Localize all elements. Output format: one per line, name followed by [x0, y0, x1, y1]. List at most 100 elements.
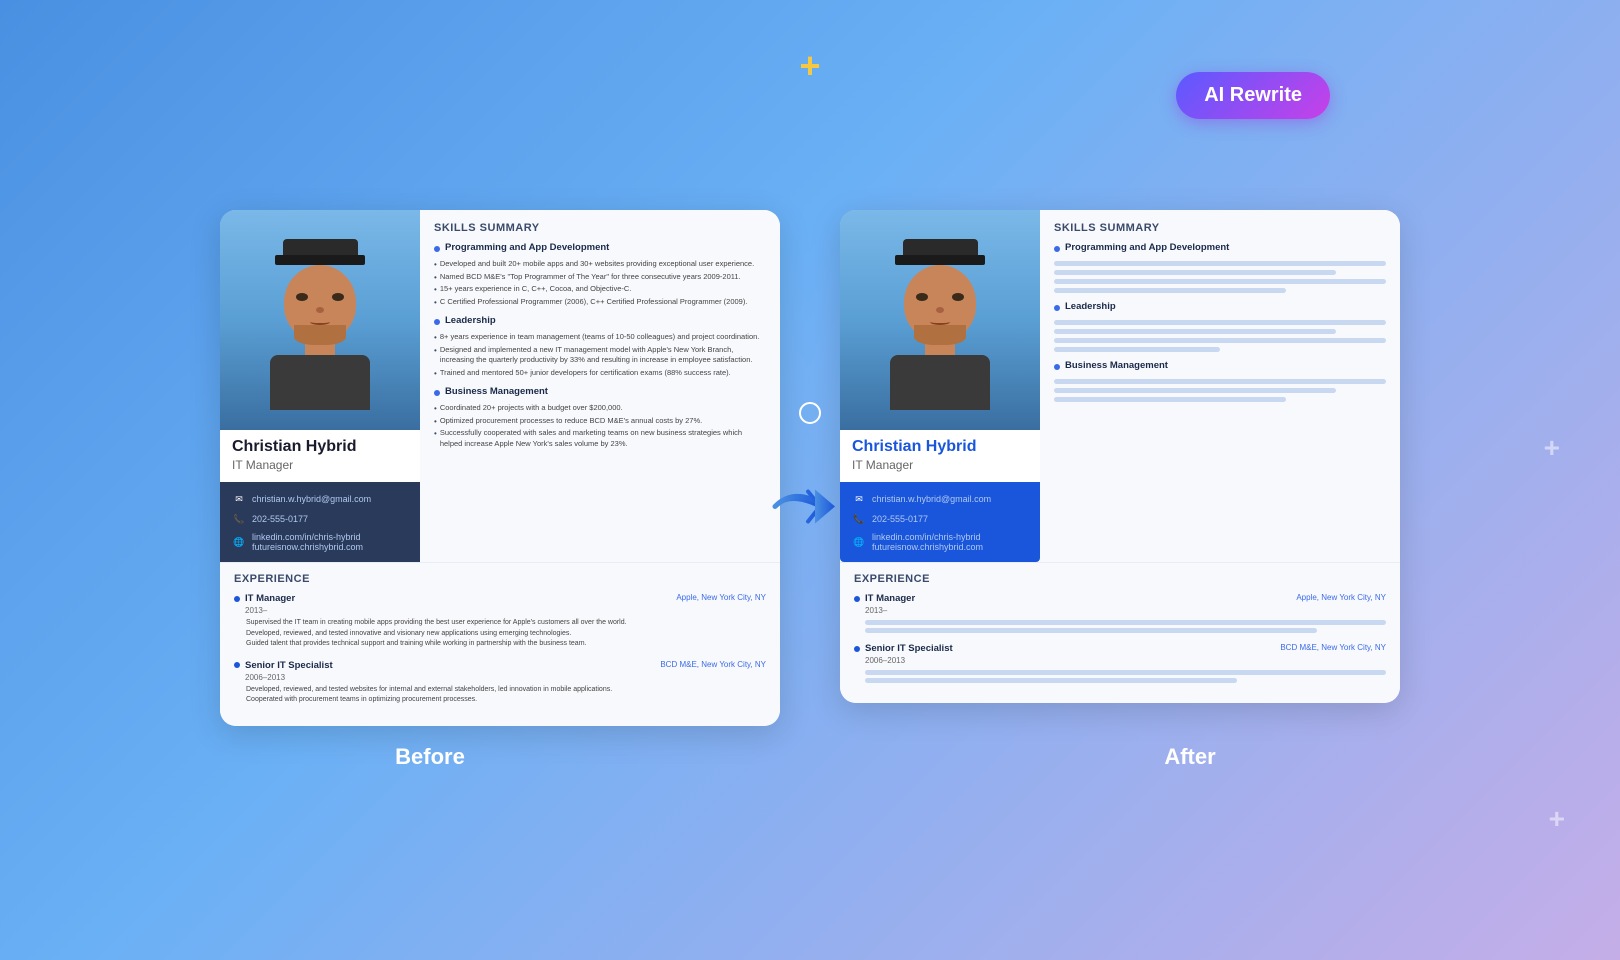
- phone-text: 202-555-0177: [252, 514, 308, 524]
- after-skills-section-title: SKILLS SUMMARY: [1054, 222, 1386, 234]
- person-title: IT Manager: [232, 458, 408, 472]
- website-text: futureisnow.chrishybrid.com: [252, 542, 363, 552]
- after-contact-phone: 📞 202-555-0177: [852, 512, 1028, 526]
- skill-bullet-2: • Named BCD M&E's "Top Programmer of The…: [434, 272, 766, 283]
- after-label: After: [910, 744, 1470, 770]
- experience-section-title: EXPERIENCE: [234, 573, 766, 585]
- exp-dates-2: 2006–2013: [245, 673, 766, 682]
- business-line-3: [1054, 397, 1286, 402]
- skill-dot-business: [434, 390, 440, 396]
- exp-item-2: Senior IT Specialist BCD M&E, New York C…: [234, 660, 766, 706]
- arrow-decoration: [770, 471, 850, 546]
- after-phone-icon: 📞: [852, 512, 866, 526]
- business-bullet-3: • Successfully cooperated with sales and…: [434, 428, 766, 449]
- after-resume-photo: [840, 210, 1040, 430]
- phone-icon: 📞: [232, 512, 246, 526]
- exp-bullet-2-1: Developed, reviewed, and tested websites…: [246, 685, 766, 696]
- after-skill-title-leadership: Leadership: [1065, 301, 1116, 312]
- after-experience-section-title: EXPERIENCE: [854, 573, 1386, 585]
- after-skill-dot-programming: [1054, 246, 1060, 252]
- ai-rewrite-badge[interactable]: AI Rewrite: [1176, 72, 1330, 119]
- plus-decoration-top: +: [799, 48, 820, 84]
- resume-photo-block: Christian Hybrid IT Manager ✉ christian.…: [220, 210, 420, 562]
- linkedin-text: linkedin.com/in/chris-hybrid: [252, 532, 363, 542]
- business-line-1: [1054, 379, 1386, 384]
- after-experience-section: EXPERIENCE IT Manager Apple, New York Ci…: [840, 562, 1400, 703]
- exp-item-1: IT Manager Apple, New York City, NY 2013…: [234, 593, 766, 650]
- leadership-line-2: [1054, 329, 1336, 334]
- skill-line-3: [1054, 279, 1386, 284]
- skill-leadership: Leadership • 8+ years experience in team…: [434, 315, 766, 378]
- after-contact-email: ✉ christian.w.hybrid@gmail.com: [852, 492, 1028, 506]
- exp-line-2: [865, 628, 1317, 633]
- contact-phone: 📞 202-555-0177: [232, 512, 408, 526]
- email-icon: ✉: [232, 492, 246, 506]
- leadership-bullet-2: • Designed and implemented a new IT mana…: [434, 345, 766, 366]
- after-resume-name-box: Christian Hybrid IT Manager: [840, 430, 1040, 480]
- exp-title-2: Senior IT Specialist: [234, 660, 333, 671]
- business-bullet-1: • Coordinated 20+ projects with a budget…: [434, 403, 766, 414]
- skills-section-title: SKILLS SUMMARY: [434, 222, 766, 234]
- exp-dates-1: 2013–: [245, 606, 766, 615]
- after-skill-title-programming: Programming and App Development: [1065, 242, 1229, 253]
- exp2-line-1: [865, 670, 1386, 675]
- linkedin-icon: 🌐: [232, 535, 246, 549]
- exp-company-2: BCD M&E, New York City, NY: [660, 660, 766, 669]
- label-row: Before After: [150, 744, 1470, 770]
- leadership-line-1: [1054, 320, 1386, 325]
- after-resume-photo-block: Christian Hybrid IT Manager ✉ christian.…: [840, 210, 1040, 562]
- after-exp-company-2: BCD M&E, New York City, NY: [1280, 643, 1386, 652]
- after-linkedin-text: linkedin.com/in/chris-hybrid: [872, 532, 983, 542]
- after-person-title: IT Manager: [852, 458, 1028, 472]
- exp-bullet-1-3: Guided talent that provides technical su…: [246, 639, 766, 650]
- skill-line-4: [1054, 288, 1286, 293]
- after-exp-title-1: IT Manager: [854, 593, 915, 604]
- after-exp-item-2: Senior IT Specialist BCD M&E, New York C…: [854, 643, 1386, 683]
- skill-bullet-4: • C Certified Professional Programmer (2…: [434, 297, 766, 308]
- contact-email: ✉ christian.w.hybrid@gmail.com: [232, 492, 408, 506]
- plus-decoration-right-bottom: +: [1549, 803, 1565, 835]
- after-exp-dates-1: 2013–: [865, 606, 1386, 615]
- after-skills-summary-section: SKILLS SUMMARY Programming and App Devel…: [1040, 210, 1400, 562]
- resume-top-section: Christian Hybrid IT Manager ✉ christian.…: [220, 210, 780, 562]
- skill-dot-programming: [434, 246, 440, 252]
- experience-section: EXPERIENCE IT Manager Apple, New York Ci…: [220, 562, 780, 726]
- after-exp-dates-2: 2006–2013: [865, 656, 1386, 665]
- plus-decoration-right-mid: +: [1544, 432, 1560, 464]
- resume-contacts: ✉ christian.w.hybrid@gmail.com 📞 202-555…: [220, 482, 420, 562]
- after-exp-company-1: Apple, New York City, NY: [1296, 593, 1386, 602]
- business-line-2: [1054, 388, 1336, 393]
- after-exp-title-2: Senior IT Specialist: [854, 643, 953, 654]
- after-email-icon: ✉: [852, 492, 866, 506]
- exp2-line-2: [865, 678, 1237, 683]
- skill-title-programming: Programming and App Development: [445, 242, 609, 253]
- skills-summary-section: SKILLS SUMMARY Programming and App Devel…: [420, 210, 780, 562]
- circle-decoration: [799, 402, 821, 424]
- exp-bullet-1-1: Supervised the IT team in creating mobil…: [246, 618, 766, 629]
- skill-title-business: Business Management: [445, 386, 548, 397]
- email-text: christian.w.hybrid@gmail.com: [252, 494, 371, 504]
- leadership-line-4: [1054, 347, 1220, 352]
- after-email-text: christian.w.hybrid@gmail.com: [872, 494, 991, 504]
- after-resume-card: Christian Hybrid IT Manager ✉ christian.…: [840, 210, 1400, 703]
- after-skill-business: Business Management: [1054, 360, 1386, 402]
- after-resume-contacts: ✉ christian.w.hybrid@gmail.com 📞 202-555…: [840, 482, 1040, 562]
- after-skill-dot-leadership: [1054, 305, 1060, 311]
- resume-name-box: Christian Hybrid IT Manager: [220, 430, 420, 480]
- exp-bullet-1-2: Developed, reviewed, and tested innovati…: [246, 629, 766, 640]
- main-content: Christian Hybrid IT Manager ✉ christian.…: [220, 210, 1400, 726]
- after-contact-linkedin: 🌐 linkedin.com/in/chris-hybrid futureisn…: [852, 532, 1028, 552]
- business-bullet-2: • Optimized procurement processes to red…: [434, 416, 766, 427]
- skill-business: Business Management • Coordinated 20+ pr…: [434, 386, 766, 449]
- after-skill-leadership: Leadership: [1054, 301, 1386, 352]
- skill-line-2: [1054, 270, 1336, 275]
- after-person-name: Christian Hybrid: [852, 438, 1028, 456]
- after-skill-dot-business: [1054, 364, 1060, 370]
- exp-company-1: Apple, New York City, NY: [676, 593, 766, 602]
- skill-bullet-3: • 15+ years experience in C, C++, Cocoa,…: [434, 284, 766, 295]
- skill-title-leadership: Leadership: [445, 315, 496, 326]
- before-label: Before: [150, 744, 710, 770]
- contact-linkedin: 🌐 linkedin.com/in/chris-hybrid futureisn…: [232, 532, 408, 552]
- exp-line-1: [865, 620, 1386, 625]
- leadership-bullet-3: • Trained and mentored 50+ junior develo…: [434, 368, 766, 379]
